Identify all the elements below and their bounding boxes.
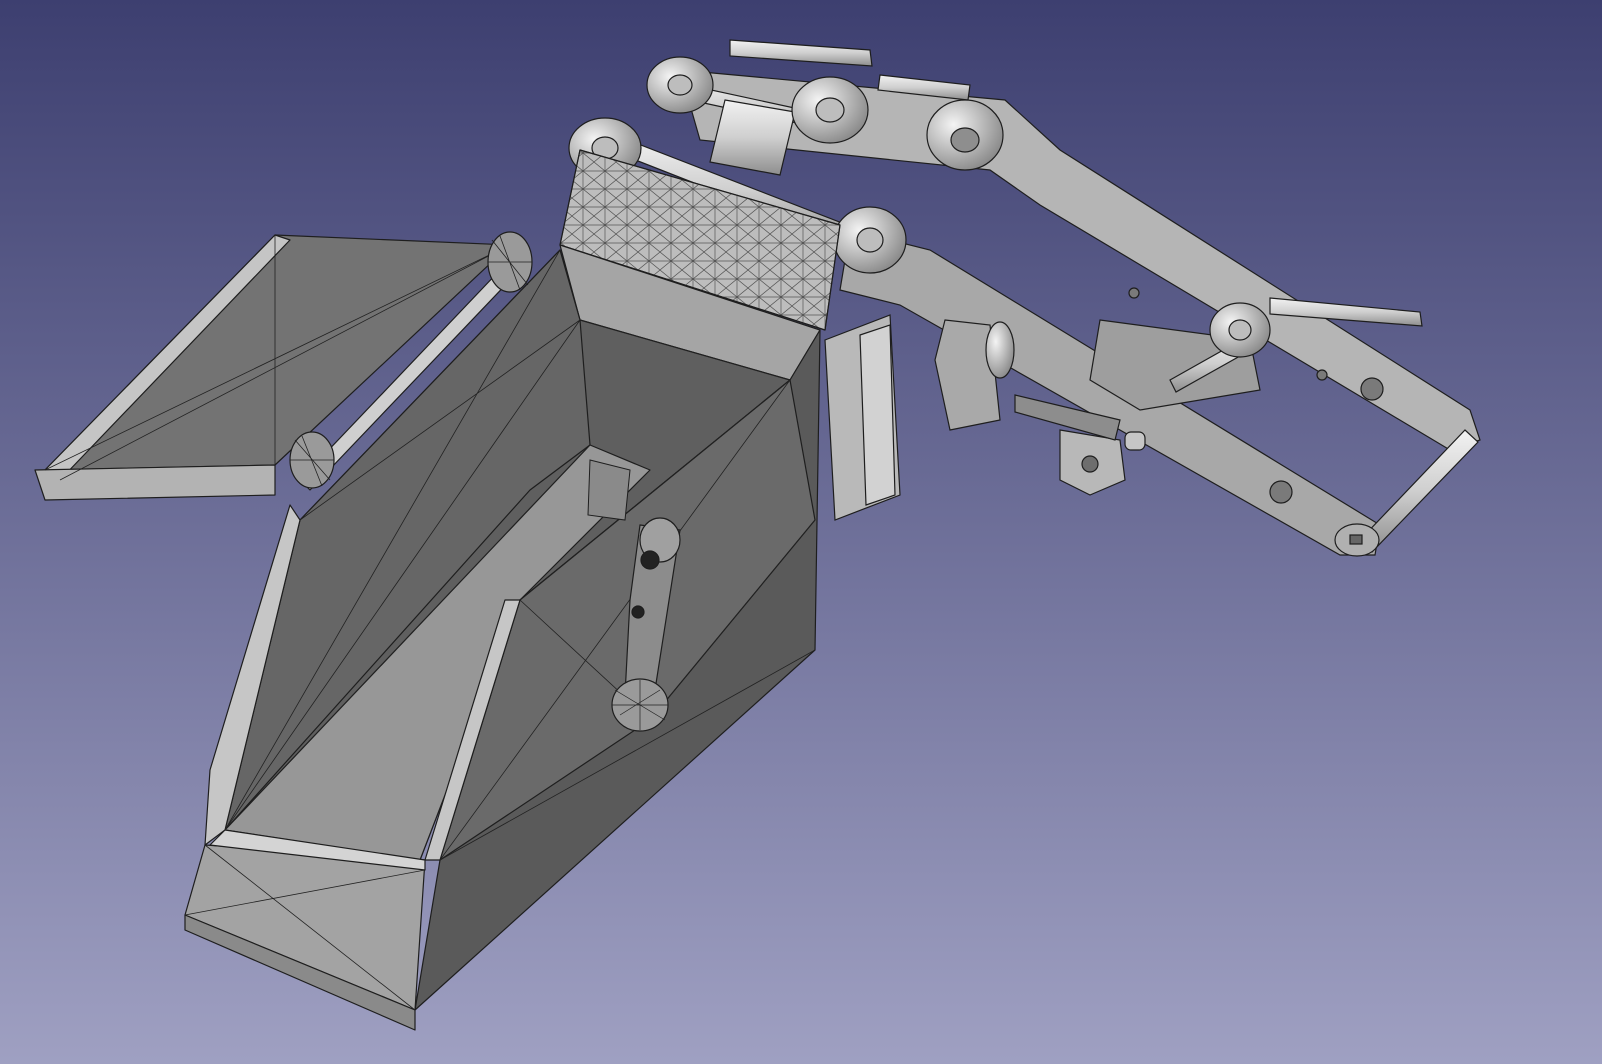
- tray-front[interactable]: [34, 464, 276, 501]
- bracket-hole: [1081, 455, 1099, 473]
- cylinder[interactable]: [709, 99, 796, 176]
- 3d-viewport[interactable]: [0, 0, 1602, 1064]
- bracket-pin[interactable]: [1124, 431, 1146, 451]
- pin-rod[interactable]: [729, 39, 873, 67]
- arm-hole: [1269, 480, 1293, 504]
- roller-hub: [815, 97, 845, 123]
- roller-hub: [856, 227, 884, 253]
- clamp-face[interactable]: [859, 324, 896, 506]
- arm-hole: [1316, 369, 1328, 381]
- inner-bracket[interactable]: [587, 459, 631, 521]
- arm-hole: [1360, 377, 1384, 401]
- lever-hole: [631, 605, 645, 619]
- front-face[interactable]: [184, 844, 426, 1011]
- lever-hole: [640, 550, 660, 570]
- hex-socket-icon: [1349, 534, 1363, 545]
- arm-hole: [1128, 287, 1140, 299]
- roller-hub: [950, 127, 980, 153]
- cad-model-scene[interactable]: [0, 0, 1602, 1064]
- roller-hub: [667, 74, 693, 96]
- roller-hub: [1228, 319, 1252, 341]
- knob[interactable]: [985, 321, 1015, 379]
